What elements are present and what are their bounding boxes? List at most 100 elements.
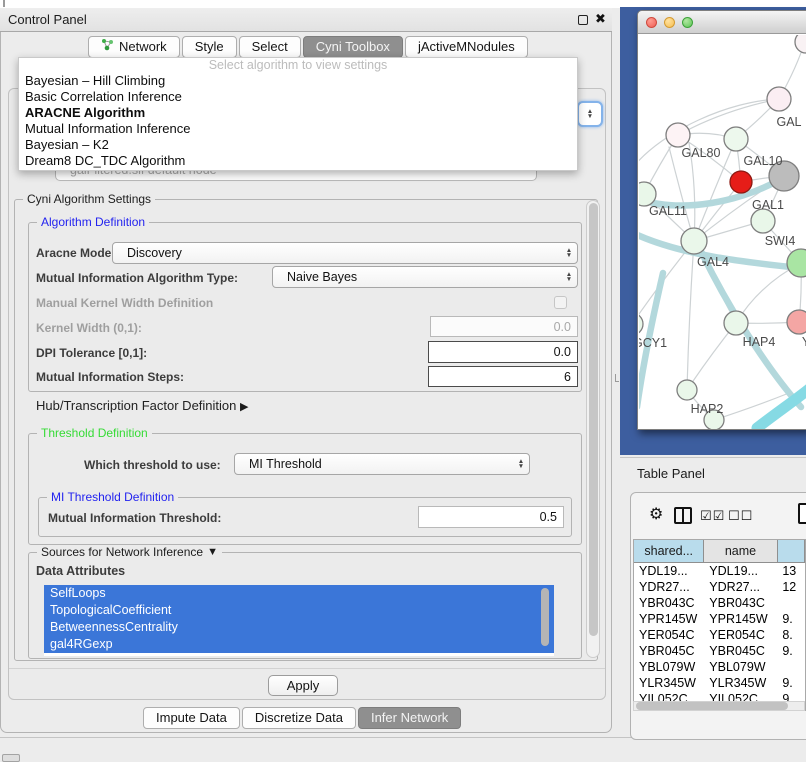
node-label: GAL [776,115,801,129]
column-header[interactable] [778,540,805,562]
tab-select[interactable]: Select [239,36,301,58]
hub-definition-expander[interactable]: Hub/Transcription Factor Definition ▶ [36,398,248,413]
table-cell: YDL19... [634,563,704,579]
network-node-gal[interactable] [767,87,791,111]
tab-impute-data[interactable]: Impute Data [143,707,240,729]
zoom-traffic-light-icon[interactable] [682,17,693,28]
control-panel-bottom-tabs: Impute Data Discretize DataInfer Network [143,707,461,729]
corner-button[interactable] [2,754,20,762]
tab-jactivemnodules[interactable]: jActiveMNodules [405,36,528,58]
network-node-gal1[interactable] [730,171,752,193]
network-window-titlebar[interactable] [638,11,806,34]
algorithm-option[interactable]: Bayesian – Hill Climbing [19,73,577,89]
panel-splitter-handle[interactable] [615,374,619,382]
mi-algorithm-type-combo[interactable]: Naive Bayes ▲▼ [272,266,578,288]
tab-style[interactable]: Style [182,36,237,58]
table-row[interactable]: YDL19...YDL19...13 [634,563,805,579]
threshold-definition-title: Threshold Definition [37,426,152,440]
algorithm-option[interactable]: ARACNE Algorithm [19,105,577,121]
minimize-traffic-light-icon[interactable] [664,17,675,28]
mi-algorithm-type-value: Naive Bayes [273,270,561,284]
table-cell: 9. [777,675,805,691]
algorithm-option[interactable]: Mutual Information Inference [19,121,577,137]
show-columns-icon[interactable] [674,507,692,524]
table-hscrollbar-thumb[interactable] [636,702,788,710]
dpi-tolerance-field[interactable]: 0.0 [428,341,578,363]
which-threshold-combo[interactable]: MI Threshold ▲▼ [234,453,530,475]
table-row[interactable]: YBL079WYBL079W [634,659,805,675]
attribute-item[interactable]: SelfLoops [44,585,554,602]
aracne-mode-combo[interactable]: Discovery ▲▼ [112,242,578,264]
export-table-icon[interactable] [798,503,806,524]
network-node-gal10[interactable] [724,127,748,151]
network-canvas[interactable]: GALGAL80GAL10GAL1GAL11SWI4GAL4GCY1HAP4YH… [639,35,806,429]
which-threshold-label: Which threshold to use: [84,458,221,472]
table-cell: YBR043C [634,595,704,611]
table-cell [777,595,805,611]
sources-title-wrap[interactable]: Sources for Network Inference▼ [37,545,222,559]
network-node-y[interactable] [787,310,806,334]
attribute-item[interactable]: gal4RGexp [44,636,554,653]
tab-cyni-toolbox[interactable]: Cyni Toolbox [303,36,403,58]
tab-label: Impute Data [156,708,227,728]
float-window-icon[interactable] [578,15,588,25]
algorithm-option[interactable]: Bayesian – K2 [19,137,577,153]
attribute-item[interactable]: BetweennessCentrality [44,619,554,636]
sources-title: Sources for Network Inference [41,545,203,559]
settings-scrollbar-thumb[interactable] [589,203,598,636]
network-edge [669,147,694,241]
node-label: Y [802,335,806,349]
algorithm-popup-placeholder: Select algorithm to view settings [19,58,577,73]
algorithm-option[interactable]: Basic Correlation Inference [19,89,577,105]
network-node[interactable] [795,35,806,53]
manual-kernel-width-checkbox[interactable] [554,296,567,309]
table-row[interactable]: YBR045CYBR045C9. [634,643,805,659]
data-attributes-label: Data Attributes [36,564,125,578]
table-cell: YDL19... [704,563,777,579]
algorithm-option[interactable]: Dream8 DC_TDC Algorithm [19,153,577,169]
node-label: HAP2 [691,402,724,416]
table-row[interactable]: YBR043CYBR043C [634,595,805,611]
column-header-shared[interactable]: shared... [634,540,704,562]
table-row[interactable]: YDR27...YDR27...12 [634,579,805,595]
network-node-gal4[interactable] [681,228,707,254]
attributes-scrollbar-thumb[interactable] [541,588,549,646]
network-node-gcy1[interactable] [639,313,643,335]
data-attributes-list[interactable]: SelfLoopsTopologicalCoefficientBetweenne… [44,585,554,656]
network-node-hap4[interactable] [724,311,748,335]
tab-discretize-data[interactable]: Discretize Data [242,707,356,729]
apply-button[interactable]: Apply [268,675,338,696]
table-cell: 9. [777,643,805,659]
table-row[interactable]: YPR145WYPR145W9. [634,611,805,627]
close-icon[interactable]: ✖ [595,11,606,27]
node-label: GAL4 [697,255,729,269]
mi-threshold-field[interactable]: 0.5 [418,506,564,528]
close-traffic-light-icon[interactable] [646,17,657,28]
gear-icon[interactable]: ⚙ [649,504,663,524]
table-row[interactable]: YLR345WYLR345W9. [634,675,805,691]
table-cell: YLR345W [634,675,704,691]
screen: Control Panel ✖ NetworkStyle Select Cyni T… [0,0,806,762]
network-node-gal80[interactable] [666,123,690,147]
column-header-name[interactable]: name [704,540,777,562]
network-node-swi4[interactable] [751,209,775,233]
network-node[interactable] [787,249,806,277]
kernel-width-label: Kernel Width (0,1): [36,321,142,335]
inference-algorithm-combo-fragment[interactable]: ▲▼ [577,101,603,127]
network-node-hap2[interactable] [677,380,697,400]
attribute-item[interactable]: TopologicalCoefficient [44,602,554,619]
settings-scrollbar-track[interactable] [586,200,600,658]
node-label: SWI4 [765,234,796,248]
tab-infer-network[interactable]: Infer Network [358,707,461,729]
network-node-gal11[interactable] [639,182,656,206]
control-panel-titlebar: Control Panel ✖ [0,8,612,32]
mi-steps-field[interactable]: 6 [428,366,578,387]
mi-threshold-label: Mutual Information Threshold: [48,511,221,525]
select-all-rows-icon[interactable]: ☑☑ [700,508,725,524]
kernel-width-field[interactable]: 0.0 [430,316,578,337]
top-tick [3,0,5,7]
tab-label: Select [252,37,288,57]
deselect-all-rows-icon[interactable]: ☐☐ [728,508,753,524]
tab-network[interactable]: Network [88,36,180,58]
table-row[interactable]: YER054CYER054C8. [634,627,805,643]
